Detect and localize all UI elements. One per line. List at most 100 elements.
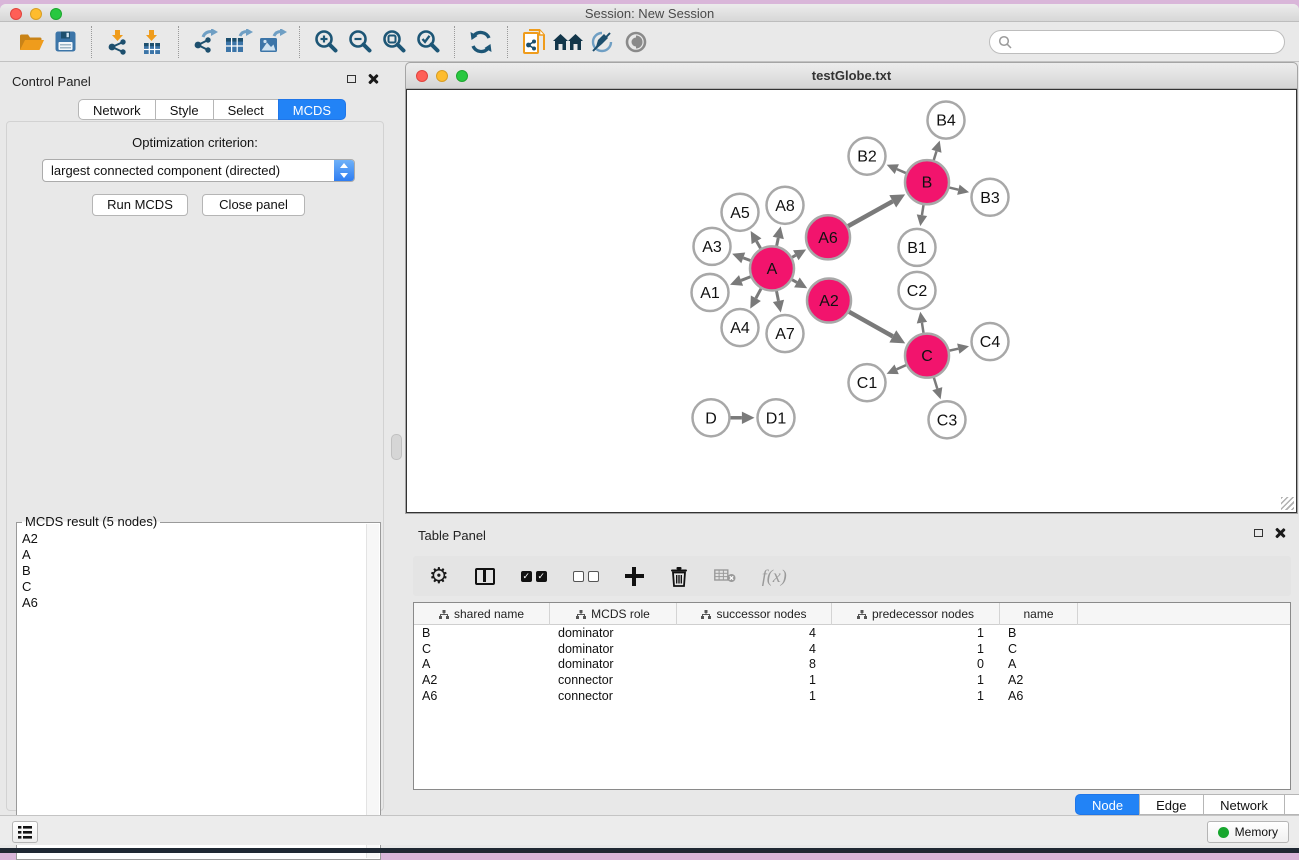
- graph-node-D[interactable]: D: [693, 399, 730, 436]
- export-table-button[interactable]: [222, 26, 256, 58]
- table-cell[interactable]: 1: [832, 673, 1000, 687]
- table-settings-button[interactable]: ⚙: [429, 565, 449, 587]
- zoom-out-button[interactable]: [343, 26, 377, 58]
- graph-edge-C-C1[interactable]: [897, 365, 906, 369]
- graph-edge-A-A4[interactable]: [756, 289, 761, 299]
- tab-select[interactable]: Select: [213, 99, 279, 120]
- table-cell[interactable]: 1: [832, 689, 1000, 703]
- graph-edge-A-A8[interactable]: [777, 238, 779, 246]
- graph-node-A8[interactable]: A8: [767, 187, 804, 224]
- graph-node-C3[interactable]: C3: [929, 401, 966, 438]
- table-cell[interactable]: A: [1000, 657, 1078, 671]
- graph-node-A4[interactable]: A4: [722, 309, 759, 346]
- graph-node-B1[interactable]: B1: [899, 229, 936, 266]
- graph-edge-A-A2[interactable]: [792, 280, 797, 283]
- memory-button[interactable]: Memory: [1207, 821, 1289, 843]
- graph-node-B2[interactable]: B2: [849, 138, 886, 175]
- search-input[interactable]: [1017, 34, 1276, 49]
- table-cell[interactable]: C: [414, 642, 550, 656]
- export-image-button[interactable]: [256, 26, 290, 58]
- tab-edge-table[interactable]: Edge Table: [1139, 794, 1204, 815]
- import-table-button[interactable]: [135, 26, 169, 58]
- mcds-result-item[interactable]: A: [22, 547, 364, 563]
- vertical-split-divider[interactable]: [390, 62, 405, 815]
- show-columns-button[interactable]: [475, 568, 495, 585]
- network-canvas[interactable]: AA1A2A3A4A5A6A7A8BB1B2B3B4CC1C2C3C4DD1: [406, 89, 1297, 513]
- hide-annotations-button[interactable]: [585, 26, 619, 58]
- show-hide-graphics-button[interactable]: [619, 26, 653, 58]
- window-resize-grip[interactable]: [1281, 497, 1294, 510]
- table-cell[interactable]: B: [1000, 626, 1078, 640]
- export-network-button[interactable]: [188, 26, 222, 58]
- close-panel-button[interactable]: Close panel: [202, 194, 305, 216]
- new-network-from-selection-button[interactable]: [517, 26, 551, 58]
- graph-node-A1[interactable]: A1: [692, 274, 729, 311]
- graph-node-C2[interactable]: C2: [899, 272, 936, 309]
- import-network-button[interactable]: [101, 26, 135, 58]
- close-panel-icon[interactable]: [368, 74, 378, 84]
- mcds-result-item[interactable]: A6: [22, 595, 364, 611]
- zoom-selected-button[interactable]: [411, 26, 445, 58]
- home-button[interactable]: [551, 26, 585, 58]
- run-mcds-button[interactable]: Run MCDS: [92, 194, 188, 216]
- table-cell[interactable]: A6: [414, 689, 550, 703]
- select-all-button[interactable]: ✓✓: [521, 571, 547, 582]
- graph-node-A[interactable]: A: [750, 246, 794, 290]
- delete-table-button[interactable]: [714, 569, 736, 583]
- table-cell[interactable]: B: [414, 626, 550, 640]
- graph-edge-C-C3[interactable]: [934, 378, 937, 389]
- graph-node-B[interactable]: B: [905, 160, 949, 204]
- mcds-result-item[interactable]: B: [22, 563, 364, 579]
- show-task-history-button[interactable]: [12, 821, 38, 843]
- graph-node-A5[interactable]: A5: [722, 194, 759, 231]
- table-cell[interactable]: 4: [677, 642, 832, 656]
- float-panel-icon[interactable]: [347, 75, 356, 83]
- column-header-shared-name[interactable]: shared name: [414, 603, 550, 625]
- zoom-fit-button[interactable]: [377, 26, 411, 58]
- save-session-button[interactable]: [48, 26, 82, 58]
- table-cell[interactable]: connector: [550, 689, 677, 703]
- zoom-in-button[interactable]: [309, 26, 343, 58]
- refresh-button[interactable]: [464, 26, 498, 58]
- graph-edge-A2-C[interactable]: [849, 312, 893, 337]
- table-row[interactable]: Bdominator41B: [414, 625, 1290, 641]
- graph-node-A6[interactable]: A6: [806, 215, 850, 259]
- column-header-mcds-role[interactable]: MCDS role: [550, 603, 677, 625]
- tab-network[interactable]: Network: [78, 99, 156, 120]
- graph-edge-C-C2[interactable]: [922, 323, 924, 333]
- graph-node-A3[interactable]: A3: [694, 228, 731, 265]
- graph-edge-B-B4[interactable]: [934, 151, 937, 160]
- column-header-name[interactable]: name: [1000, 603, 1078, 625]
- column-header-successor-nodes[interactable]: successor nodes: [677, 603, 832, 625]
- mcds-result-item[interactable]: A2: [22, 531, 364, 547]
- graph-node-A2[interactable]: A2: [807, 278, 851, 322]
- table-cell[interactable]: dominator: [550, 642, 677, 656]
- graph-edge-A-A1[interactable]: [741, 277, 750, 281]
- table-cell[interactable]: 1: [832, 642, 1000, 656]
- graph-node-A7[interactable]: A7: [767, 315, 804, 352]
- table-row[interactable]: A6connector11A6: [414, 688, 1290, 704]
- graph-edge-A-A5[interactable]: [757, 241, 761, 248]
- column-header-predecessor-nodes[interactable]: predecessor nodes: [832, 603, 1000, 625]
- table-cell[interactable]: A6: [1000, 689, 1078, 703]
- table-row[interactable]: Cdominator41C: [414, 641, 1290, 657]
- graph-node-C4[interactable]: C4: [972, 323, 1009, 360]
- tab-mcds[interactable]: MCDS: [278, 99, 346, 120]
- criterion-dropdown[interactable]: largest connected component (directed): [42, 159, 355, 182]
- tab-node-table[interactable]: Node Table: [1075, 794, 1140, 815]
- mcds-result-item[interactable]: C: [22, 579, 364, 595]
- graph-edge-A-A6[interactable]: [792, 255, 796, 257]
- tab-motifs[interactable]: Motifs: [1284, 794, 1299, 815]
- split-handle[interactable]: [391, 434, 402, 460]
- result-scrollbar[interactable]: [366, 524, 379, 858]
- graph-edge-A-A3[interactable]: [743, 258, 750, 261]
- graph-node-B4[interactable]: B4: [928, 102, 965, 139]
- graph-node-C1[interactable]: C1: [849, 364, 886, 401]
- table-cell[interactable]: A2: [1000, 673, 1078, 687]
- search-field[interactable]: [989, 30, 1285, 54]
- table-cell[interactable]: A: [414, 657, 550, 671]
- graph-node-D1[interactable]: D1: [758, 399, 795, 436]
- graph-node-C[interactable]: C: [905, 334, 949, 378]
- tab-style[interactable]: Style: [155, 99, 214, 120]
- table-cell[interactable]: dominator: [550, 626, 677, 640]
